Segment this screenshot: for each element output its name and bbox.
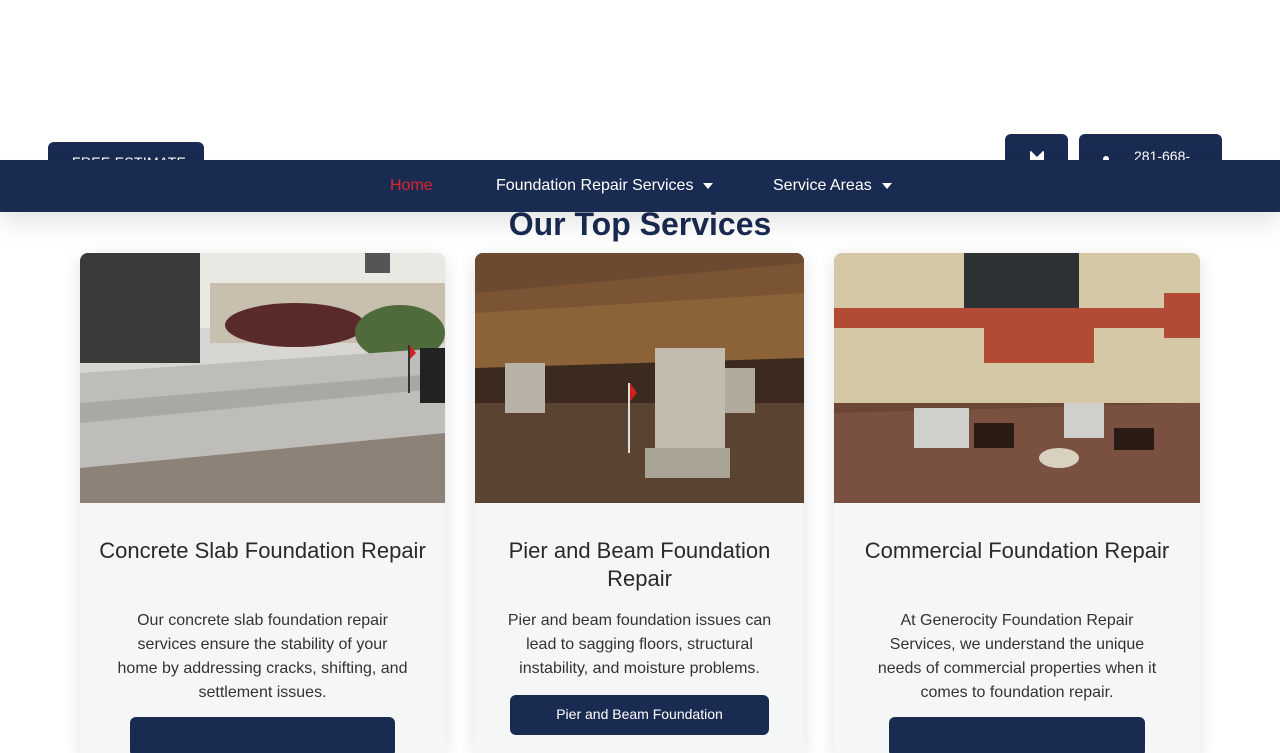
card-title: Pier and Beam Foundation Repair — [508, 538, 771, 591]
main-navigation: Home Foundation Repair Services Service … — [0, 160, 1280, 212]
card-description: Pier and beam foundation issues can lead… — [507, 612, 772, 677]
chevron-down-icon — [703, 182, 714, 189]
nav-item-label: Service Areas — [773, 177, 872, 194]
nav-item-foundation-repair-services[interactable]: Foundation Repair Services — [496, 177, 714, 195]
concrete-slab-photo — [80, 253, 445, 503]
nav-item-label: Home — [390, 177, 433, 194]
chevron-down-icon — [881, 182, 892, 189]
card-description: At Generocity Foundation Repair Services… — [877, 612, 1157, 701]
card-button[interactable] — [889, 717, 1145, 753]
commercial-foundation-photo — [834, 253, 1200, 503]
service-card-concrete-slab: Concrete Slab Foundation Repair Our conc… — [80, 253, 445, 753]
nav-item-label: Foundation Repair Services — [496, 177, 694, 194]
card-button[interactable]: Pier and Beam Foundation — [510, 695, 769, 735]
service-card-commercial: Commercial Foundation Repair At Generoci… — [834, 253, 1200, 753]
nav-item-service-areas[interactable]: Service Areas — [773, 177, 892, 195]
card-description: Our concrete slab foundation repair serv… — [117, 612, 408, 701]
card-title: Concrete Slab Foundation Repair — [99, 538, 426, 563]
card-button[interactable] — [130, 717, 395, 753]
nav-item-home[interactable]: Home — [390, 177, 433, 195]
pier-and-beam-photo — [475, 253, 804, 503]
service-card-pier-and-beam: Pier and Beam Foundation Repair Pier and… — [475, 253, 804, 753]
card-title: Commercial Foundation Repair — [864, 538, 1170, 563]
